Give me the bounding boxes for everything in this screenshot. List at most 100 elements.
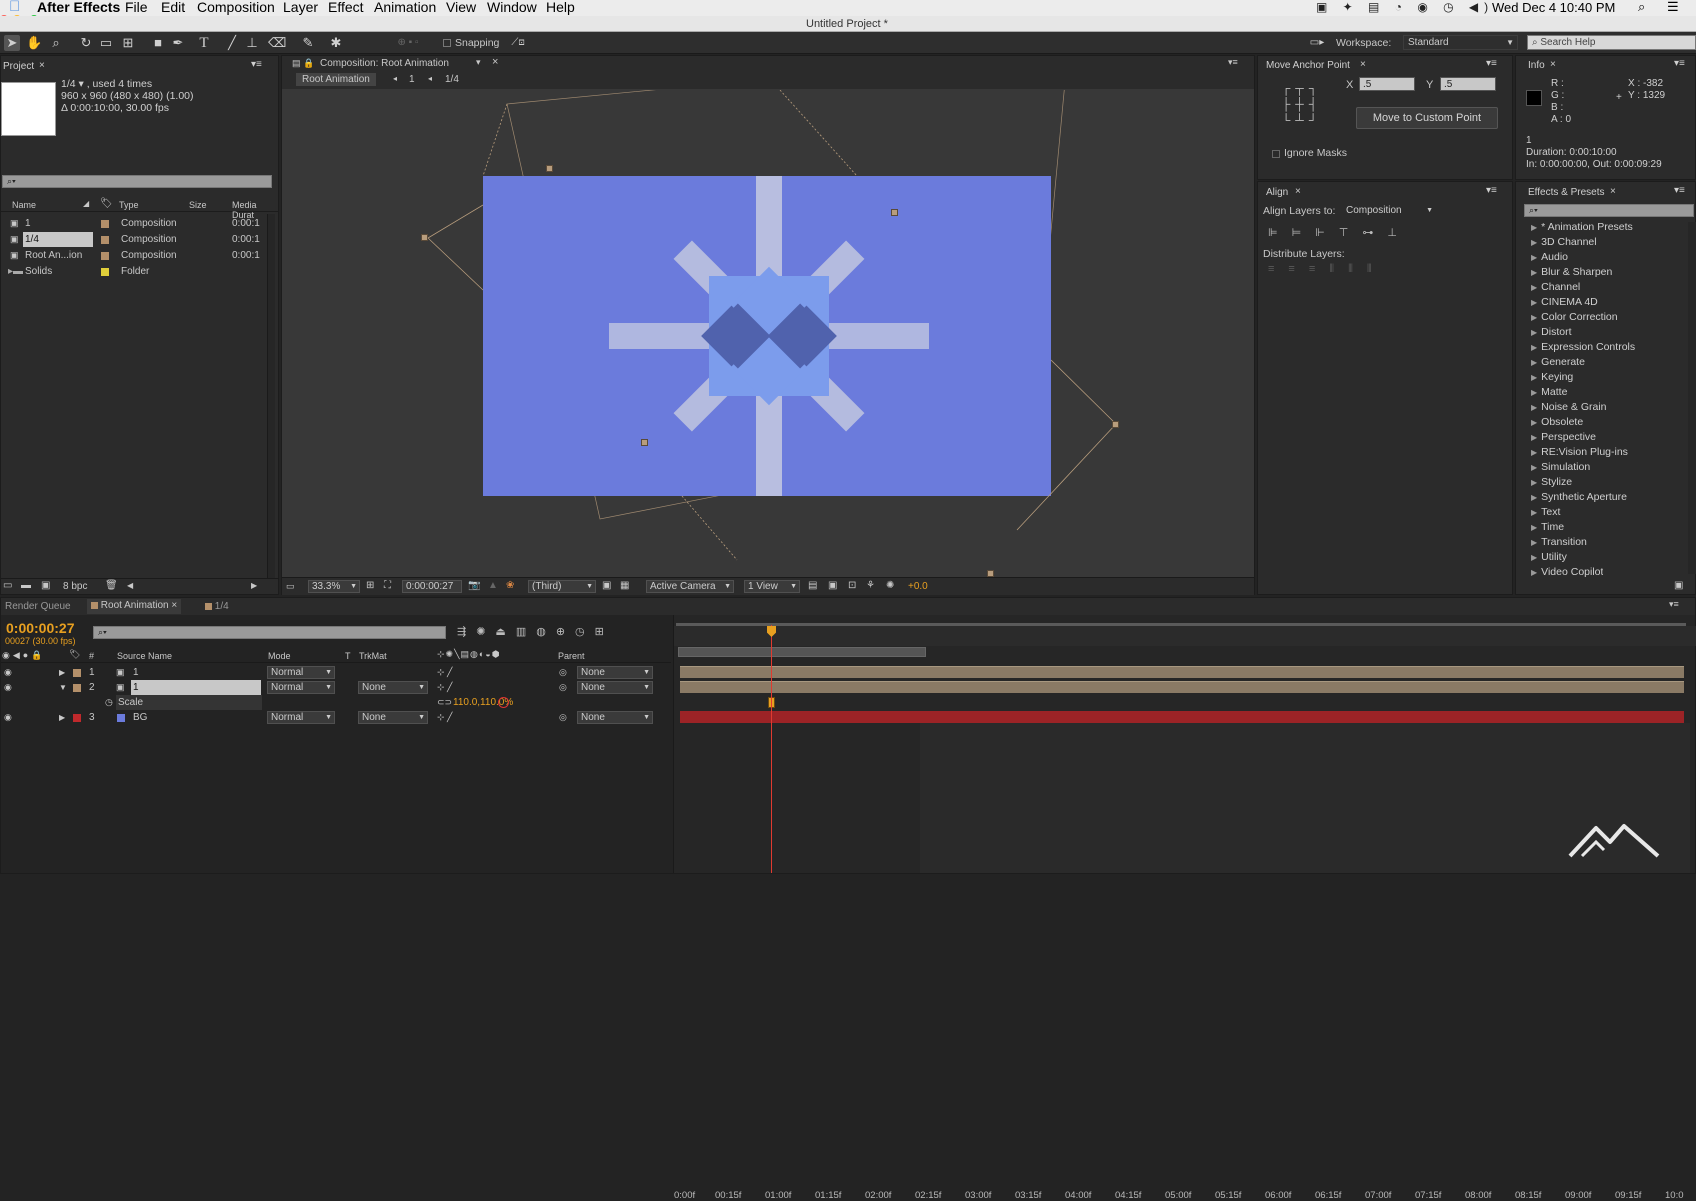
layer-3-bar[interactable] bbox=[680, 711, 1684, 723]
pen-tool-icon[interactable]: ✒ bbox=[170, 35, 186, 51]
effects-category[interactable]: ▶ Text bbox=[1531, 506, 1560, 518]
align-tab[interactable]: Align bbox=[1266, 187, 1288, 198]
effects-category[interactable]: ▶ Audio bbox=[1531, 251, 1568, 263]
eraser-tool-icon[interactable]: ⌫ bbox=[268, 35, 286, 51]
search-help-input[interactable]: ⌕ Search Help bbox=[1527, 35, 1696, 50]
work-area-bar[interactable] bbox=[678, 647, 926, 657]
effects-category[interactable]: ▶ Obsolete bbox=[1531, 416, 1583, 428]
effects-search-input[interactable]: ⌕▾ bbox=[1524, 204, 1694, 217]
transform-handle[interactable] bbox=[421, 234, 428, 241]
effects-category[interactable]: ▶ Channel bbox=[1531, 281, 1580, 293]
rectangle-tool-icon[interactable]: ■ bbox=[150, 35, 166, 51]
comp-tab-dropdown-icon[interactable]: ▾ bbox=[476, 57, 481, 68]
channels-icon[interactable]: ❀ bbox=[506, 580, 514, 591]
transparency-grid-icon[interactable]: ▦ bbox=[620, 580, 629, 591]
transform-handle[interactable] bbox=[546, 165, 553, 172]
timeline-switch-icons[interactable]: ⇶✺⏏▥◍⊕◷⊞ bbox=[457, 625, 614, 638]
comp-tab-close-icon[interactable]: × bbox=[492, 56, 498, 68]
project-item-row[interactable]: ▣ 1/4 Composition 0:00:1 bbox=[1, 232, 266, 247]
pan-behind-tool-icon[interactable]: ⊞ bbox=[120, 35, 136, 51]
mode-select[interactable]: Normal ▼ bbox=[267, 666, 335, 679]
spotlight-icon[interactable]: ⌕ bbox=[1638, 0, 1645, 15]
interpret-footage-icon[interactable]: ▭ bbox=[3, 580, 12, 591]
transform-handle[interactable] bbox=[987, 570, 994, 577]
align-tab-close-icon[interactable]: × bbox=[1295, 186, 1301, 197]
project-tab[interactable]: Project bbox=[3, 61, 34, 72]
effects-category[interactable]: ▶ Noise & Grain bbox=[1531, 401, 1607, 413]
brush-tool-icon[interactable]: ╱ bbox=[224, 35, 240, 51]
effects-category[interactable]: ▶ * Animation Presets bbox=[1531, 221, 1633, 233]
expand-icon[interactable]: ▶ bbox=[59, 710, 65, 725]
tab-close-icon[interactable]: × bbox=[171, 600, 177, 611]
panel-menu-icon[interactable]: ▾≡ bbox=[1669, 599, 1679, 610]
roi-icon[interactable]: ⛶ bbox=[384, 580, 391, 591]
panel-menu-icon[interactable]: ▾≡ bbox=[1674, 185, 1685, 196]
switches-icons[interactable]: ⊹ ╱ bbox=[437, 710, 452, 725]
menu-edit[interactable]: Edit bbox=[161, 0, 185, 15]
motion-blur-icon[interactable]: ▣ bbox=[828, 580, 837, 591]
current-time-display[interactable]: 0:00:00:27 bbox=[402, 580, 462, 593]
breadcrumb-2[interactable]: 1/4 bbox=[445, 74, 459, 85]
switches-icons[interactable]: ⊹ ╱ bbox=[437, 680, 452, 695]
menu-help[interactable]: Help bbox=[546, 0, 575, 15]
anchor-grid[interactable]: ┌┬┐ ├┼┤ └┴┘ bbox=[1274, 80, 1330, 132]
comp-viewer[interactable] bbox=[282, 90, 1254, 577]
layer-1-bar[interactable] bbox=[680, 666, 1684, 678]
effects-category[interactable]: ▶ Simulation bbox=[1531, 461, 1590, 473]
move-to-custom-point-button[interactable]: Move to Custom Point bbox=[1356, 107, 1498, 129]
scale-property-row[interactable]: ◷ Scale ⊂⊃ 110.0,110.0% bbox=[1, 695, 671, 710]
visibility-icon[interactable]: ◉ bbox=[4, 665, 12, 680]
layer-row[interactable]: ◉ ▼ 2 ▣ 1 Normal ▼ None ▼ ⊹ ╱ ◎ None ▼ bbox=[1, 680, 671, 695]
clone-stamp-tool-icon[interactable]: ⊥ bbox=[244, 35, 260, 51]
flowchart-icon[interactable]: ⚘ bbox=[866, 580, 875, 591]
breadcrumb-1[interactable]: 1 bbox=[409, 74, 415, 85]
layer-row[interactable]: ◉ ▶ 1 ▣ 1 Normal ▼ ⊹ ╱ ◎ None ▼ bbox=[1, 665, 671, 680]
effects-category[interactable]: ▶ Time bbox=[1531, 521, 1564, 533]
parent-pickwhip-icon[interactable]: ◎ bbox=[559, 665, 567, 680]
render-queue-tab[interactable]: Render Queue bbox=[5, 601, 71, 612]
effects-category[interactable]: ▶ CINEMA 4D bbox=[1531, 296, 1598, 308]
comp-1-4-tab[interactable]: 1/4 bbox=[205, 601, 229, 612]
effects-tab[interactable]: Effects & Presets bbox=[1528, 187, 1605, 198]
comp-tab[interactable]: Composition: Root Animation bbox=[320, 58, 449, 69]
timeline-track-area[interactable] bbox=[673, 615, 1696, 873]
rotate-tool-icon[interactable]: ↻ bbox=[78, 35, 94, 51]
info-tab-close-icon[interactable]: × bbox=[1550, 59, 1556, 70]
hand-tool-icon[interactable]: ✋ bbox=[26, 35, 42, 51]
new-bin-icon[interactable]: ▣ bbox=[1674, 580, 1683, 591]
zoom-select[interactable]: 33.3% ▼ bbox=[308, 580, 360, 593]
app-menu[interactable]: After Effects bbox=[37, 0, 120, 15]
camera-select[interactable]: Active Camera ▼ bbox=[646, 580, 734, 593]
apple-icon[interactable]:  bbox=[9, 0, 20, 15]
trash-icon[interactable]: 🗑 bbox=[105, 580, 118, 591]
snap-options-icon[interactable]: ⟋⊡ bbox=[506, 35, 530, 51]
anchor-y-input[interactable]: .5 bbox=[1440, 77, 1496, 91]
label-chip[interactable] bbox=[73, 684, 81, 692]
effects-category[interactable]: ▶ Matte bbox=[1531, 386, 1567, 398]
bpc-label[interactable]: 8 bpc bbox=[63, 581, 87, 592]
snapshot-icon[interactable]: 📷 bbox=[468, 580, 480, 591]
menu-view[interactable]: View bbox=[446, 0, 476, 15]
preview-icon[interactable]: ▭ bbox=[286, 581, 295, 592]
parent-select[interactable]: None ▼ bbox=[577, 666, 653, 679]
timeline-search-input[interactable]: ⌕▾ bbox=[93, 626, 446, 639]
parent-pickwhip-icon[interactable]: ◎ bbox=[559, 710, 567, 725]
distribute-buttons-row[interactable]: ≡≡≡⦀⦀⦀ bbox=[1268, 263, 1386, 276]
effects-tab-close-icon[interactable]: × bbox=[1610, 186, 1616, 197]
scroll-left-icon[interactable]: ◀ bbox=[127, 581, 133, 590]
project-search-input[interactable]: ⌕▾ bbox=[2, 175, 272, 188]
safe-zones-icon[interactable]: ⊞ bbox=[366, 580, 374, 591]
label-chip[interactable] bbox=[73, 714, 81, 722]
toggle-pixel-icon[interactable]: ▤ bbox=[808, 580, 817, 591]
zoom-tool-icon[interactable]: ⌕ bbox=[48, 35, 64, 51]
effects-category[interactable]: ▶ Keying bbox=[1531, 371, 1573, 383]
trkmat-select[interactable]: None ▼ bbox=[358, 711, 428, 724]
views-select[interactable]: 1 View ▼ bbox=[744, 580, 800, 593]
panel-menu-icon[interactable]: ▾≡ bbox=[251, 59, 262, 70]
parent-select[interactable]: None ▼ bbox=[577, 681, 653, 694]
roto-brush-tool-icon[interactable]: ✎ bbox=[300, 35, 316, 51]
new-composition-icon[interactable]: ▣ bbox=[41, 580, 50, 591]
effects-category[interactable]: ▶ Stylize bbox=[1531, 476, 1572, 488]
align-to-select[interactable]: Composition ▼ bbox=[1342, 204, 1436, 217]
effects-category[interactable]: ▶ Transition bbox=[1531, 536, 1587, 548]
